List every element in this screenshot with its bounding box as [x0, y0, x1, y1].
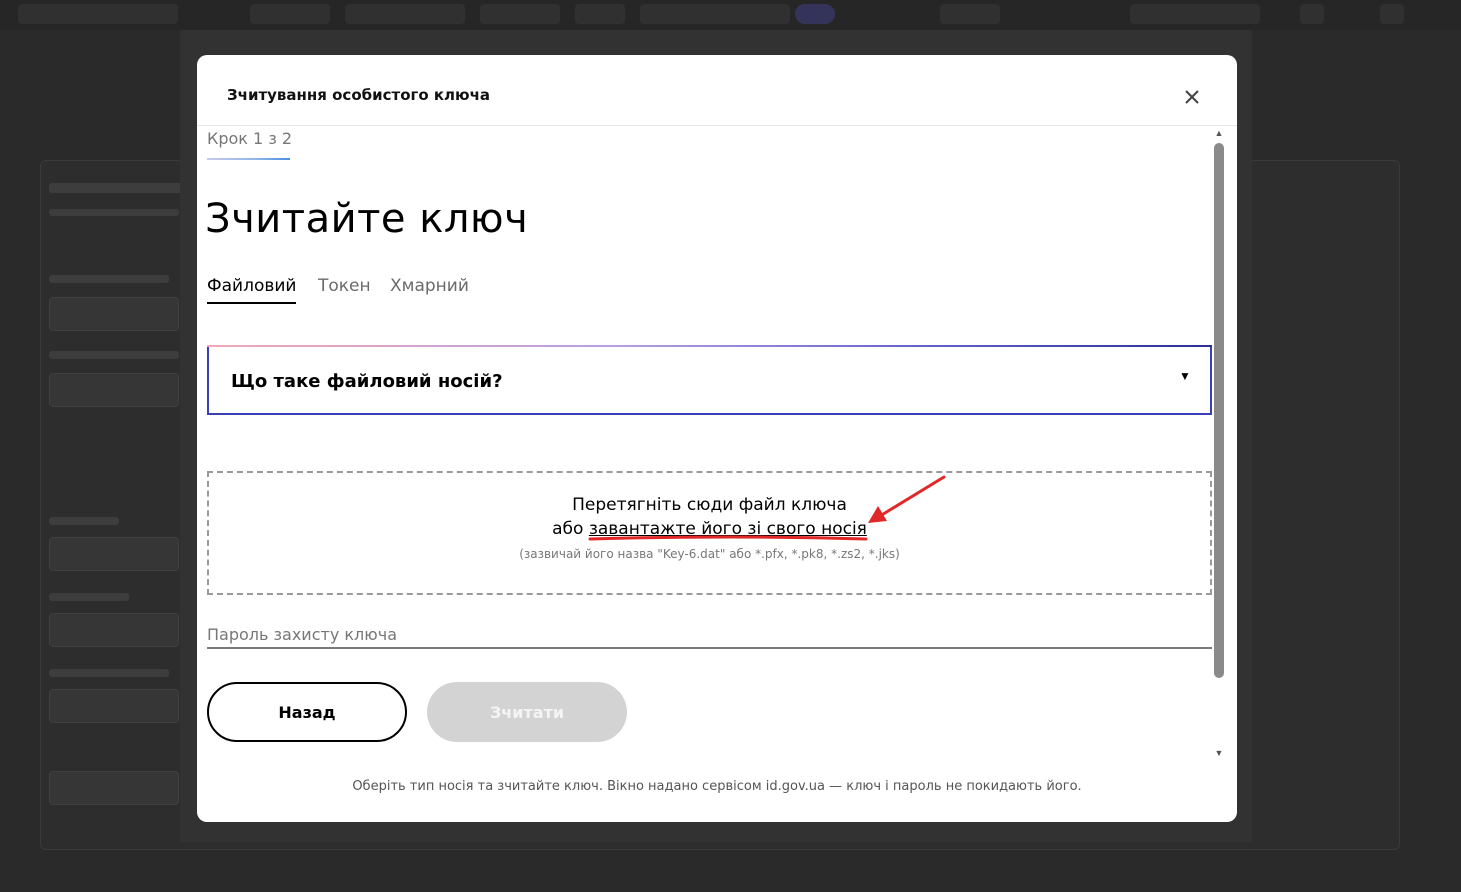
dropzone-alternative: або завантажте його зі свого носія [209, 519, 1210, 539]
background-text [49, 517, 119, 525]
background-field [49, 373, 179, 407]
background-field [49, 537, 179, 571]
background-icon [1380, 4, 1404, 24]
background-user-menu [1130, 4, 1260, 24]
background-icon [1300, 4, 1324, 24]
modal-title: Зчитування особистого ключа [227, 86, 491, 104]
modal-footer-note: Оберіть тип носія та зчитайте ключ. Вікн… [352, 779, 1082, 794]
caret-down-icon: ▼ [1179, 369, 1191, 383]
key-password-input[interactable] [207, 621, 1212, 649]
background-nav-badge [795, 4, 835, 24]
dropzone-file-hint: (зазвичай його назва "Key-6.dat" або *.p… [519, 547, 900, 561]
background-user [940, 4, 1000, 24]
background-nav-item [640, 4, 790, 24]
key-reading-modal: Зчитування особистого ключа Крок 1 з 2 З… [197, 55, 1237, 822]
read-key-button[interactable]: Зчитати [427, 682, 627, 742]
background-logo [18, 4, 178, 24]
tab-token[interactable]: Токен [318, 276, 371, 302]
file-media-info-accordion[interactable]: Що таке файловий носій? ▼ [207, 345, 1212, 415]
scroll-up-arrow-icon[interactable]: ▲ [1213, 128, 1225, 138]
background-text [49, 669, 169, 677]
close-icon [1185, 90, 1199, 104]
background-topbar [0, 0, 1461, 30]
tab-cloud[interactable]: Хмарний [390, 276, 469, 302]
scroll-down-arrow-icon[interactable]: ▼ [1213, 748, 1225, 758]
back-button[interactable]: Назад [207, 682, 407, 742]
background-nav-item [575, 4, 625, 24]
upload-from-media-link[interactable]: завантажте його зі свого носія [589, 519, 867, 539]
background-field [49, 689, 179, 723]
scrollbar-thumb[interactable] [1214, 143, 1224, 678]
step-indicator: Крок 1 з 2 [207, 129, 293, 148]
background-text [49, 275, 169, 283]
background-nav-item [345, 4, 465, 24]
tab-file[interactable]: Файловий [207, 276, 297, 304]
page-title: Зчитайте ключ [205, 196, 529, 242]
accordion-title: Що таке файловий носій? [231, 371, 503, 392]
background-field [49, 613, 179, 647]
modal-body: Крок 1 з 2 Зчитайте ключ Файловий Токен … [197, 126, 1237, 762]
step-progress-bar [207, 158, 290, 160]
accordion-top-border [207, 345, 1212, 347]
modal-header: Зчитування особистого ключа [197, 55, 1237, 126]
background-field [49, 771, 179, 805]
dropzone-instruction: Перетягніть сюди файл ключа [572, 495, 847, 515]
background-nav-item [250, 4, 330, 24]
background-nav-item [480, 4, 560, 24]
background-text [49, 593, 129, 601]
background-text [49, 209, 179, 216]
key-file-dropzone[interactable]: Перетягніть сюди файл ключа або завантаж… [207, 471, 1212, 595]
background-field [49, 297, 179, 331]
dropzone-prefix: або [552, 519, 589, 539]
background-text [49, 351, 179, 359]
background-text [49, 183, 199, 193]
close-button[interactable] [1181, 86, 1203, 108]
